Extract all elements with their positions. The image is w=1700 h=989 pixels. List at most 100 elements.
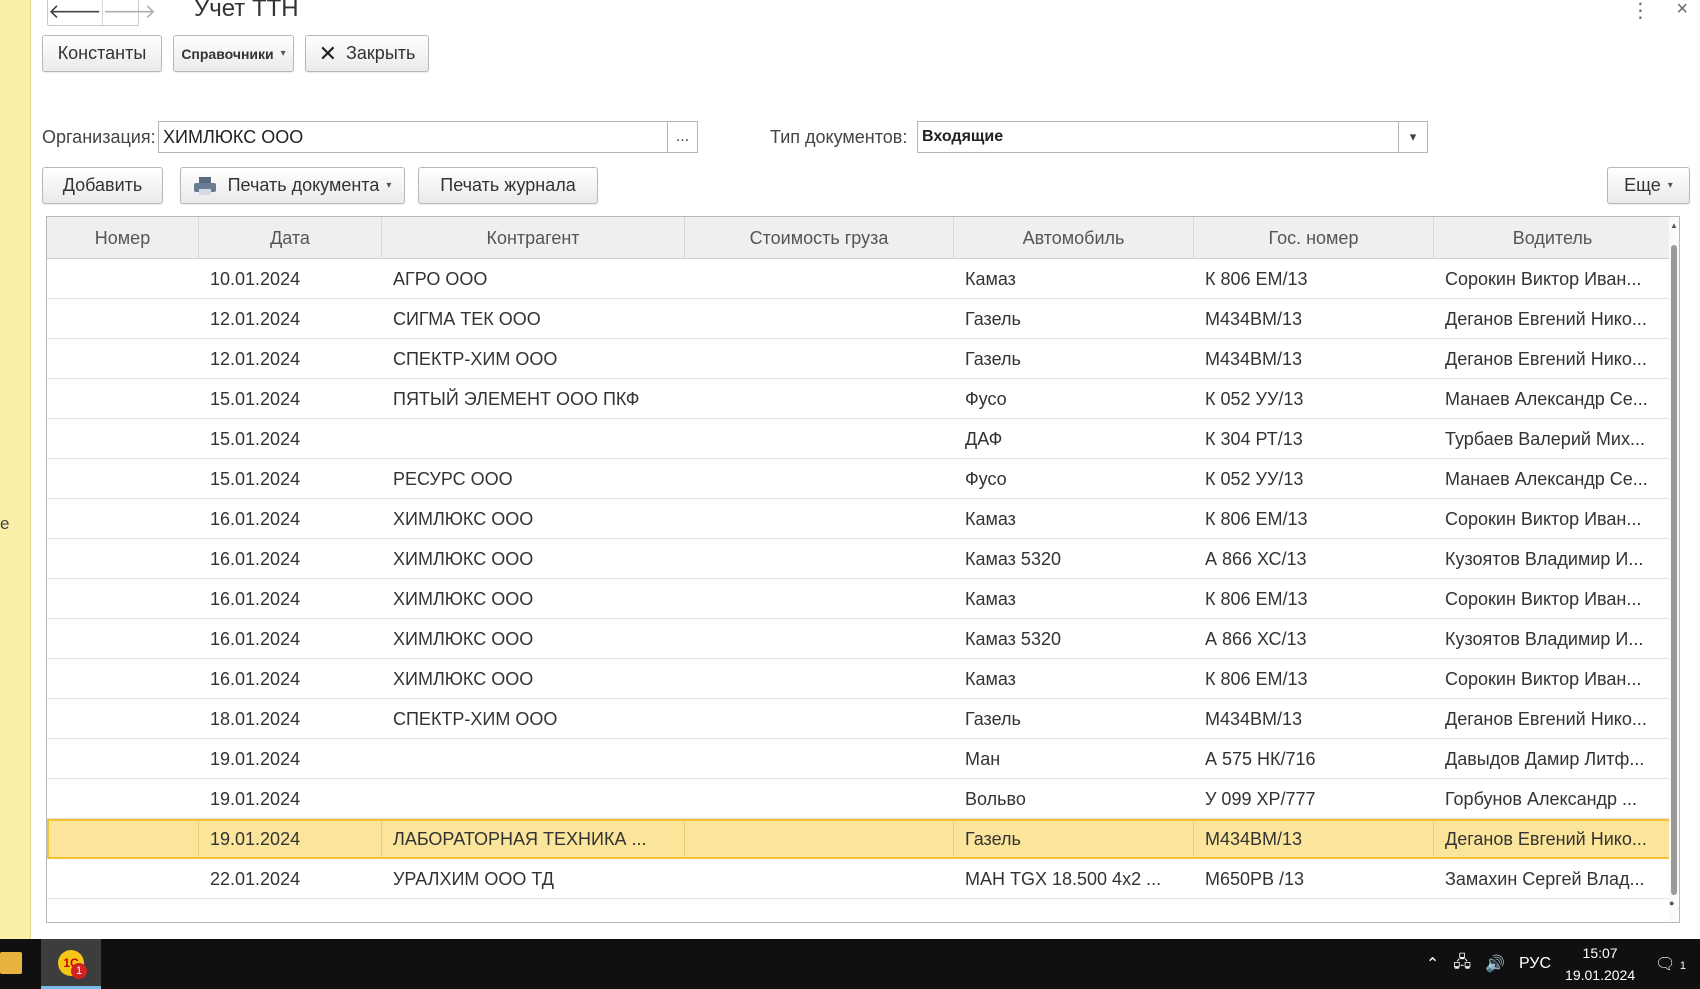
cell-cargo-cost [685, 299, 954, 339]
references-button[interactable]: Справочники ▾ [173, 35, 294, 72]
scroll-down-icon[interactable]: ● [1669, 898, 1674, 908]
notification-count: 1 [1679, 960, 1686, 972]
cell-cargo-cost [685, 699, 954, 739]
taskbar-app-1c[interactable]: 1С 1 [41, 939, 101, 989]
close-x-icon: ✕ [318, 40, 338, 66]
table-row[interactable]: 19.01.2024 ЛАБОРАТОРНАЯ ТЕХНИКА ... Газель… [47, 819, 1672, 859]
cell-cargo-cost [685, 419, 954, 459]
table-row[interactable]: 15.01.2024 РЕСУРС ООО Фусо К 052 УУ/13 Манае… [47, 459, 1672, 499]
cell-vehicle: Фусо [965, 468, 1007, 489]
cell-cargo-cost [685, 499, 954, 539]
table-row[interactable]: 16.01.2024 ХИМЛЮКС ООО Камаз К 806 ЕМ/13 Сор… [47, 659, 1672, 699]
cell-driver: Сорокин Виктор Иван... [1445, 668, 1642, 689]
volume-icon[interactable]: 🔊 [1485, 954, 1505, 974]
notification-icon[interactable]: 🗨 1 [1655, 954, 1686, 974]
cell-number [47, 259, 199, 299]
cell-driver: Давыдов Дамир Литф... [1445, 748, 1645, 769]
cell-plate: К 052 УУ/13 [1205, 468, 1304, 489]
language-indicator[interactable]: РУС [1519, 955, 1551, 973]
add-button[interactable]: Добавить [42, 167, 163, 204]
table-row[interactable]: 22.01.2024 УРАЛХИМ ООО ТД МАН TGX 18.500 4… [47, 859, 1672, 899]
table-row[interactable]: 16.01.2024 ХИМЛЮКС ООО Камаз 5320 А 866 ХС/… [47, 619, 1672, 659]
tray-chevron-icon[interactable]: ⌃ [1426, 954, 1439, 974]
table-row[interactable]: 12.01.2024 СПЕКТР-ХИМ ООО Газель М434ВМ/13 Д… [47, 339, 1672, 379]
table-row[interactable]: 16.01.2024 ХИМЛЮКС ООО Камаз 5320 А 866 ХС/… [47, 539, 1672, 579]
chevron-down-icon: ▾ [280, 48, 286, 59]
cell-date: 22.01.2024 [210, 868, 301, 889]
print-journal-button[interactable]: Печать журнала [418, 167, 598, 204]
organization-label: Организация: [42, 127, 156, 147]
table-row[interactable]: 19.01.2024 Ман А 575 НК/716 Давыдов Дамир Л… [47, 739, 1672, 779]
table-row[interactable]: 15.01.2024 ПЯТЫЙ ЭЛЕМЕНТ ООО ПКФ Фусо К 052… [47, 379, 1672, 419]
table-row[interactable]: 12.01.2024 СИГМА ТЕК ООО Газель М434ВМ/13 Де… [47, 299, 1672, 339]
column-header-plate[interactable]: Гос. номер [1194, 217, 1434, 259]
doc-type-field[interactable]: Входящие [917, 121, 1399, 153]
cell-number [47, 619, 199, 659]
window-controls: ⋮ × [1630, 0, 1688, 23]
table-row[interactable]: 10.01.2024 АГРО ООО Камаз К 806 ЕМ/13 Сороки… [47, 259, 1672, 299]
file-explorer-icon[interactable] [0, 952, 22, 974]
cell-counterparty: ХИМЛЮКС ООО [393, 628, 534, 649]
scrollbar-thumb[interactable] [1671, 245, 1677, 895]
cell-plate: К 806 ЕМ/13 [1205, 268, 1308, 289]
printer-icon [193, 176, 216, 195]
doc-type-dropdown-icon[interactable]: ▾ [1398, 121, 1428, 153]
cell-vehicle: ДАФ [965, 428, 1003, 449]
cell-counterparty: АГРО ООО [393, 268, 488, 289]
navigation-buttons: 🡐 🡒 [47, 0, 156, 26]
cell-number [47, 779, 199, 819]
scroll-up-icon[interactable]: ▲ [1670, 221, 1678, 230]
column-header-driver[interactable]: Водитель [1434, 217, 1672, 259]
column-header-vehicle[interactable]: Автомобиль [954, 217, 1194, 259]
cell-cargo-cost [685, 579, 954, 619]
organization-field[interactable]: ХИМЛЮКС ООО [158, 121, 668, 153]
cell-cargo-cost [685, 459, 954, 499]
cell-plate: К 806 ЕМ/13 [1205, 668, 1308, 689]
cell-vehicle: Камаз [965, 268, 1016, 289]
cell-counterparty: СИГМА ТЕК ООО [393, 308, 541, 329]
column-header-date[interactable]: Дата [199, 217, 382, 259]
cell-number [47, 739, 199, 779]
constants-button[interactable]: Константы [42, 35, 162, 72]
cell-date: 16.01.2024 [210, 628, 301, 649]
organization-select-button[interactable]: ... [667, 121, 698, 153]
cell-vehicle: Камаз [965, 588, 1016, 609]
more-options-icon[interactable]: ⋮ [1630, 0, 1650, 23]
column-header-number[interactable]: Номер [47, 217, 199, 259]
more-label: Еще [1624, 175, 1661, 195]
cell-counterparty: ХИМЛЮКС ООО [393, 548, 534, 569]
print-journal-label: Печать журнала [440, 175, 576, 195]
close-button[interactable]: ✕ Закрыть [305, 35, 429, 72]
table-row[interactable]: 19.01.2024 Вольво У 099 ХР/777 Горбунов Але… [47, 779, 1672, 819]
more-button[interactable]: Еще ▾ [1607, 167, 1690, 204]
cell-counterparty: РЕСУРС ООО [393, 468, 513, 489]
cell-vehicle: Газель [965, 348, 1021, 369]
cell-plate: М434ВМ/13 [1194, 819, 1434, 859]
cell-number [47, 659, 199, 699]
cell-driver: Деганов Евгений Нико... [1445, 308, 1647, 329]
cell-date: 15.01.2024 [210, 428, 301, 449]
table-row[interactable]: 18.01.2024 СПЕКТР-ХИМ ООО Газель М434ВМ/13 Д… [47, 699, 1672, 739]
cell-number [47, 459, 199, 499]
cell-number [47, 539, 199, 579]
cell-vehicle: Газель [965, 308, 1021, 329]
table-body: 10.01.2024 АГРО ООО Камаз К 806 ЕМ/13 Сороки… [47, 259, 1672, 899]
cell-vehicle: Фусо [965, 388, 1007, 409]
table-row[interactable]: 16.01.2024 ХИМЛЮКС ООО Камаз К 806 ЕМ/13 Сор… [47, 499, 1672, 539]
table-row[interactable]: 15.01.2024 ДАФ К 304 РТ/13 Турбаев Валерий … [47, 419, 1672, 459]
column-header-counterparty[interactable]: Контрагент [382, 217, 685, 259]
column-header-cargo-cost[interactable]: Стоимость груза [685, 217, 954, 259]
cell-date: 12.01.2024 [210, 308, 301, 329]
network-icon[interactable]: 🖧 [1453, 951, 1471, 978]
forward-arrow-icon[interactable]: 🡒 [101, 0, 156, 25]
vertical-scrollbar[interactable]: ▲ ● [1669, 217, 1679, 922]
cell-number [47, 699, 199, 739]
back-arrow-icon[interactable]: 🡐 [48, 0, 102, 25]
clock[interactable]: 15:07 19.01.2024 [1565, 942, 1635, 986]
add-label: Добавить [62, 175, 143, 195]
chevron-down-icon: ▾ [1667, 180, 1673, 191]
cell-date: 10.01.2024 [210, 268, 301, 289]
table-row[interactable]: 16.01.2024 ХИМЛЮКС ООО Камаз К 806 ЕМ/13 Сор… [47, 579, 1672, 619]
close-window-icon[interactable]: × [1676, 0, 1688, 23]
print-document-button[interactable]: Печать документа ▾ [180, 167, 405, 204]
